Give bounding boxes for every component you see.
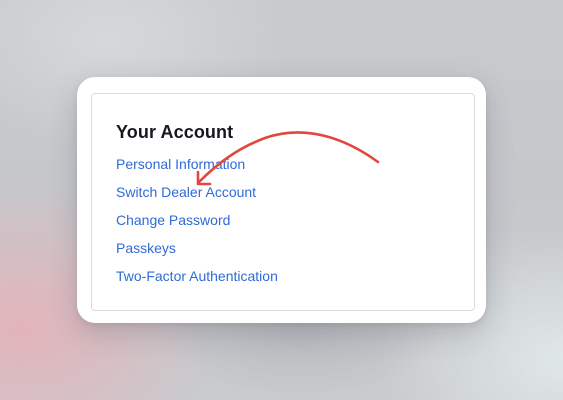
list-item: Two-Factor Authentication <box>116 266 278 294</box>
change-password-link[interactable]: Change Password <box>116 212 230 228</box>
account-card-title: Your Account <box>116 122 234 142</box>
account-card: Your Account Personal Information Switch… <box>91 93 475 311</box>
switch-dealer-account-link[interactable]: Switch Dealer Account <box>116 184 256 200</box>
passkeys-link[interactable]: Passkeys <box>116 240 176 256</box>
list-item: Personal Information <box>116 154 278 182</box>
two-factor-authentication-link[interactable]: Two-Factor Authentication <box>116 268 278 284</box>
list-item: Passkeys <box>116 238 278 266</box>
account-links-list: Personal Information Switch Dealer Accou… <box>116 154 278 294</box>
screenshot-frame: Your Account Personal Information Switch… <box>77 77 486 323</box>
personal-information-link[interactable]: Personal Information <box>116 156 245 172</box>
list-item: Change Password <box>116 210 278 238</box>
list-item: Switch Dealer Account <box>116 182 278 210</box>
